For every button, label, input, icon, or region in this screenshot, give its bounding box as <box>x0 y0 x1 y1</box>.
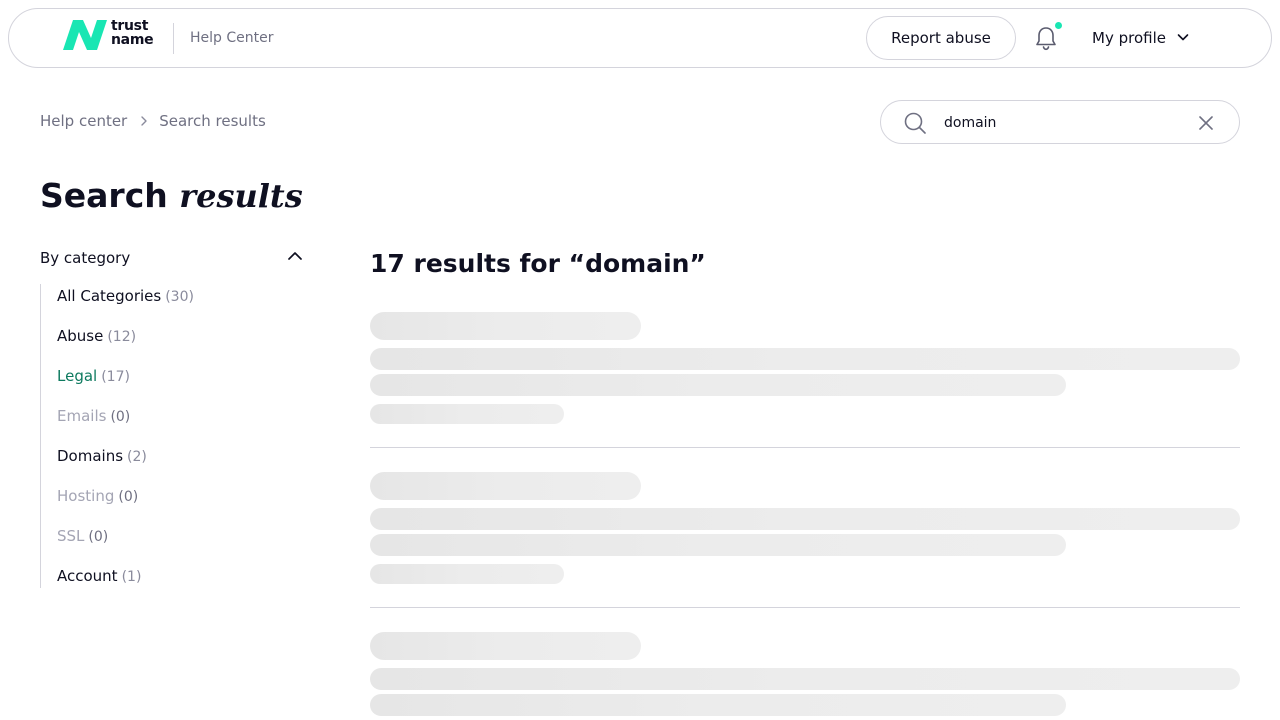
skeleton-line <box>370 508 1240 530</box>
page-title-emphasis: results <box>179 177 303 215</box>
category-filter-label: By category <box>40 249 131 267</box>
skeleton-line <box>370 348 1240 370</box>
category-name: SSL <box>57 527 85 545</box>
skeleton-line <box>370 694 1066 716</box>
skeleton-line <box>370 374 1066 396</box>
category-item-ssl: SSL (0) <box>57 526 108 547</box>
category-count: (0) <box>118 489 139 505</box>
header-divider <box>173 23 174 54</box>
category-name: All Categories <box>57 287 162 305</box>
results-heading: 17 results for “domain” <box>370 249 706 278</box>
skeleton-meta <box>370 404 564 424</box>
my-profile-menu[interactable]: My profile <box>1092 25 1190 51</box>
profile-label: My profile <box>1092 29 1166 47</box>
notification-dot <box>1055 22 1062 29</box>
category-item-all-categories[interactable]: All Categories (30) <box>57 286 194 307</box>
close-icon[interactable] <box>1197 114 1215 136</box>
trustname-logo[interactable]: trust name <box>61 18 157 52</box>
category-item-legal[interactable]: Legal (17) <box>57 366 130 387</box>
category-count: (12) <box>107 329 137 345</box>
category-name: Emails <box>57 407 107 425</box>
top-navigation-bar: trust name Help Center Report abuse My p… <box>8 8 1272 68</box>
skeleton-line <box>370 534 1066 556</box>
chevron-up-icon <box>286 247 304 269</box>
category-item-account[interactable]: Account (1) <box>57 566 141 587</box>
chevron-right-icon <box>139 115 149 127</box>
category-count: (1) <box>121 569 142 585</box>
category-item-domains[interactable]: Domains (2) <box>57 446 147 467</box>
category-name: Abuse <box>57 327 104 345</box>
breadcrumb-search-results: Search results <box>159 112 266 130</box>
bell-icon[interactable] <box>1034 25 1058 51</box>
category-count: (17) <box>101 369 130 385</box>
category-count: (0) <box>88 529 109 545</box>
category-count: (0) <box>110 409 131 425</box>
category-list: All Categories (30) Abuse (12) Legal (17) E… <box>40 284 300 588</box>
search-input[interactable] <box>944 112 1184 134</box>
category-name: Legal <box>57 367 98 385</box>
skeleton-title <box>370 632 641 660</box>
result-divider <box>370 447 1240 448</box>
category-name: Domains <box>57 447 124 465</box>
skeleton-title <box>370 472 641 500</box>
category-name: Hosting <box>57 487 115 505</box>
page-title-plain: Search <box>40 176 168 215</box>
logo-mark-icon <box>63 20 107 50</box>
category-filter-toggle[interactable]: By category <box>40 246 304 270</box>
breadcrumb-help-center[interactable]: Help center <box>40 112 127 130</box>
skeleton-line <box>370 668 1240 690</box>
category-name: Account <box>57 567 118 585</box>
category-item-hosting: Hosting (0) <box>57 486 138 507</box>
logo-wordmark: trust name <box>111 18 154 48</box>
category-count: (30) <box>165 289 194 305</box>
category-item-abuse[interactable]: Abuse (12) <box>57 326 136 347</box>
search-box <box>880 100 1240 144</box>
breadcrumb: Help center Search results <box>40 112 266 130</box>
search-icon[interactable] <box>903 111 927 139</box>
category-count: (2) <box>127 449 147 465</box>
chevron-down-icon <box>1176 29 1190 48</box>
category-item-emails: Emails (0) <box>57 406 130 427</box>
skeleton-meta <box>370 564 564 584</box>
result-divider <box>370 607 1240 608</box>
page-title: Search results <box>40 174 303 218</box>
skeleton-title <box>370 312 641 340</box>
report-abuse-button[interactable]: Report abuse <box>866 16 1016 60</box>
help-center-label: Help Center <box>190 30 274 46</box>
